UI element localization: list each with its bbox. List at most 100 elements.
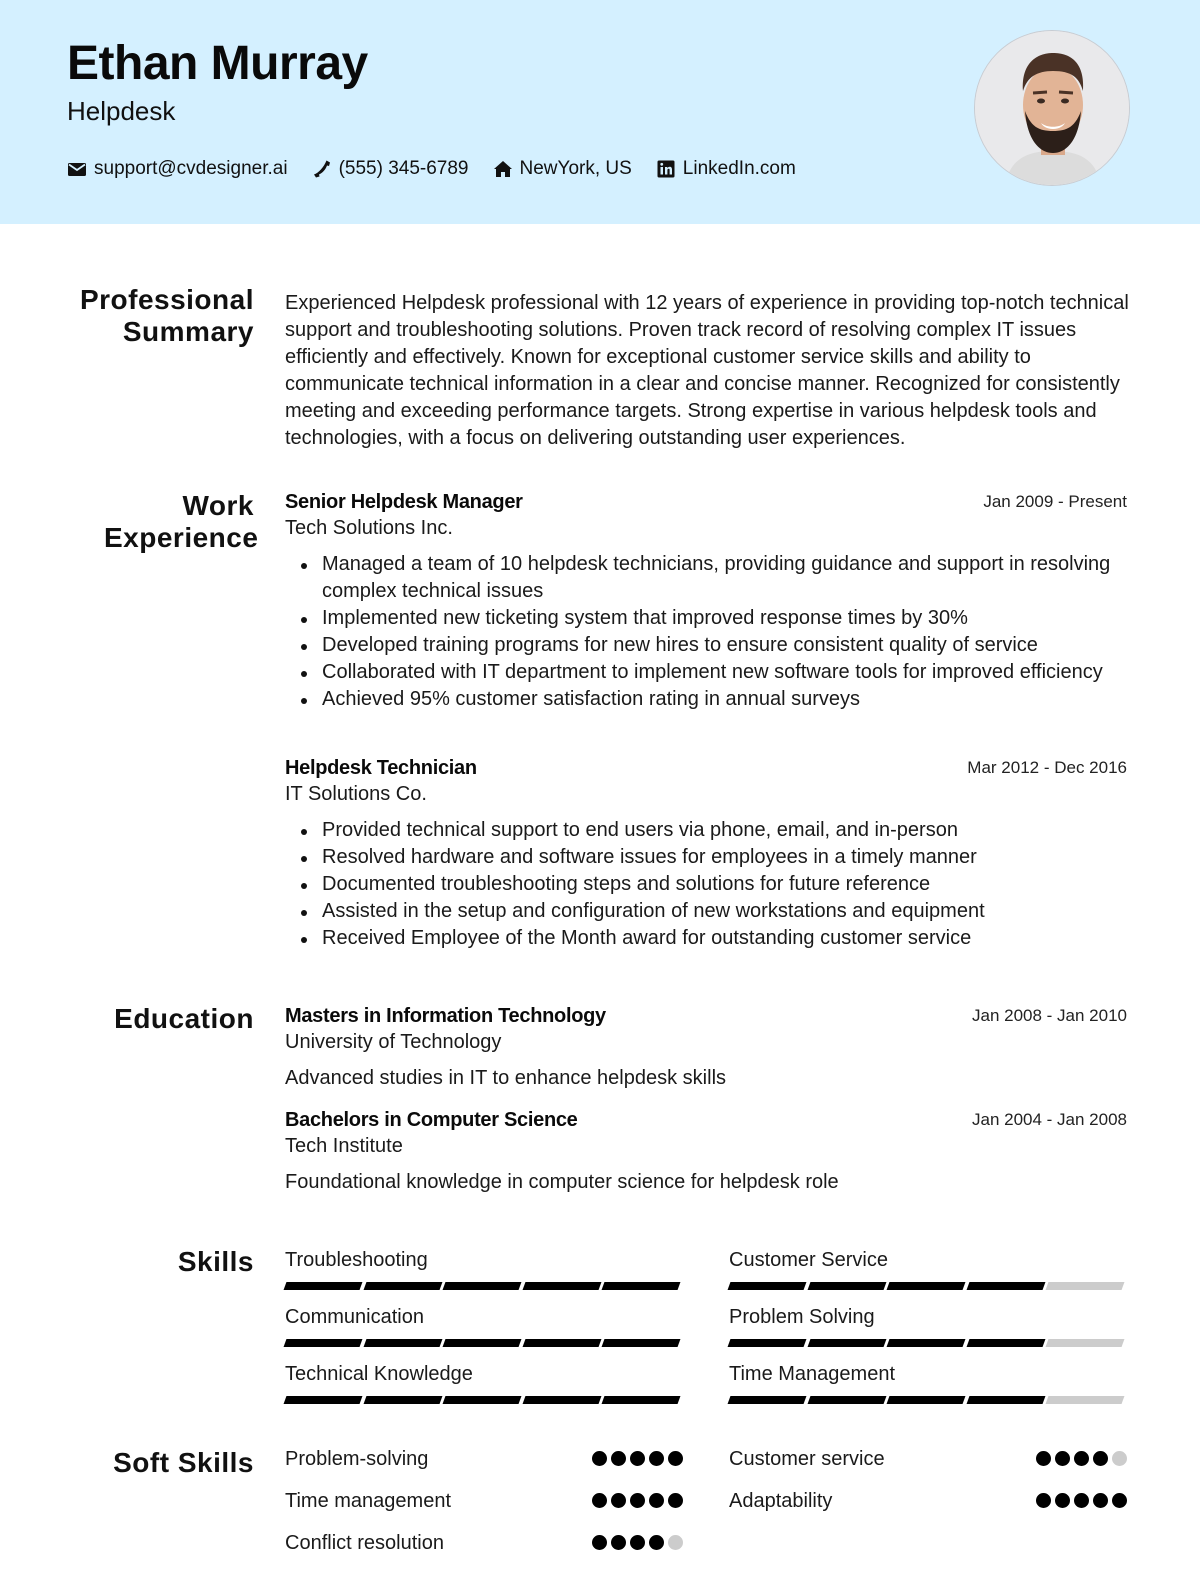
soft-skill-rating <box>588 1535 683 1550</box>
skill-level-bar <box>283 1396 683 1404</box>
rating-dot-filled <box>611 1451 626 1466</box>
skill-item: Customer Service <box>727 1247 1127 1290</box>
job-bullet: Achieved 95% customer satisfaction ratin… <box>301 686 1127 713</box>
skill-segment-filled <box>807 1282 886 1290</box>
section-title-education-text: Education <box>114 1003 254 1034</box>
contact-linkedin[interactable]: LinkedIn.com <box>656 158 796 180</box>
rating-dot-filled <box>1055 1451 1070 1466</box>
section-title-summary-text: Professional Summary <box>79 284 254 347</box>
job-company: Tech Solutions Inc. <box>285 517 453 539</box>
skill-level-bar <box>727 1396 1127 1404</box>
skill-segment-filled <box>363 1396 442 1404</box>
professional-summary-text: Experienced Helpdesk professional with 1… <box>285 292 1129 449</box>
rating-dot-filled <box>1036 1493 1051 1508</box>
skill-item: Problem Solving <box>727 1304 1127 1347</box>
section-title-experience-text: Work Experience <box>104 490 259 553</box>
contact-email-text: support@cvdesigner.ai <box>94 158 288 179</box>
envelope-icon <box>67 159 87 179</box>
education-date: Jan 2004 - Jan 2008 <box>971 1110 1127 1129</box>
job-bullet: Collaborated with IT department to imple… <box>301 659 1127 686</box>
skill-segment-filled <box>966 1339 1045 1347</box>
skill-item: Troubleshooting <box>283 1247 683 1290</box>
rating-dot-filled <box>1055 1493 1070 1508</box>
skill-level-bar <box>727 1282 1127 1290</box>
school-name: Tech Institute <box>285 1135 403 1157</box>
skill-item: Communication <box>283 1304 683 1347</box>
skill-segment-filled <box>442 1396 522 1404</box>
skill-segment-filled <box>522 1339 601 1347</box>
contact-email[interactable]: support@cvdesigner.ai <box>67 158 288 180</box>
skill-segment-filled <box>522 1396 601 1404</box>
candidate-name: Ethan Murray <box>67 37 368 90</box>
soft-skill-rating <box>1032 1451 1127 1466</box>
contact-phone[interactable]: (555) 345-6789 <box>312 158 469 180</box>
skill-segment-empty <box>1045 1282 1125 1290</box>
skill-label: Technical Knowledge <box>285 1363 473 1385</box>
skill-segment-filled <box>363 1282 442 1290</box>
job-bullet: Implemented new ticketing system that im… <box>301 605 1127 632</box>
rating-dot-filled <box>611 1493 626 1508</box>
skill-segment-empty <box>1045 1396 1125 1404</box>
skill-segment-filled <box>886 1282 966 1290</box>
rating-dot-empty <box>668 1535 683 1550</box>
contact-list: support@cvdesigner.ai (555) 345-6789 New… <box>67 158 820 180</box>
rating-dot-filled <box>1093 1451 1108 1466</box>
skill-level-bar <box>283 1282 683 1290</box>
skill-label: Troubleshooting <box>285 1249 428 1271</box>
rating-dot-filled <box>1036 1451 1051 1466</box>
soft-skill-rating <box>1032 1493 1127 1508</box>
education-date: Jan 2008 - Jan 2010 <box>971 1006 1127 1025</box>
soft-skill-item: Customer service <box>729 1444 1127 1474</box>
rating-dot-filled <box>649 1451 664 1466</box>
contact-phone-text: (555) 345-6789 <box>338 158 469 179</box>
skill-segment-filled <box>522 1282 601 1290</box>
soft-skill-rating <box>588 1451 683 1466</box>
education-description: Advanced studies in IT to enhance helpde… <box>285 1067 727 1089</box>
skill-segment-filled <box>966 1396 1045 1404</box>
skill-label: Customer Service <box>729 1249 888 1271</box>
rating-dot-filled <box>630 1493 645 1508</box>
section-title-education: Education <box>114 1003 254 1035</box>
skill-segment-filled <box>601 1339 681 1347</box>
section-title-summary: Professional Summary <box>74 284 254 348</box>
profile-photo <box>974 30 1130 186</box>
home-icon <box>493 159 513 179</box>
phone-icon <box>312 159 332 179</box>
job-bullet: Received Employee of the Month award for… <box>301 925 1127 952</box>
skill-segment-filled <box>601 1282 681 1290</box>
experience-entry: Helpdesk Technician Mar 2012 - Dec 2016 … <box>285 755 1127 952</box>
soft-skill-item: Adaptability <box>729 1486 1127 1516</box>
person-portrait-icon <box>975 31 1129 185</box>
contact-location-text: NewYork, US <box>519 158 632 179</box>
skill-label: Communication <box>285 1306 424 1328</box>
resume-header: Ethan Murray Helpdesk support@cvdesigner… <box>0 0 1200 224</box>
job-date: Mar 2012 - Dec 2016 <box>967 758 1127 777</box>
rating-dot-filled <box>649 1535 664 1550</box>
education-entry: Masters in Information Technology Jan 20… <box>285 1003 1127 1091</box>
skill-segment-filled <box>807 1339 886 1347</box>
skill-segment-filled <box>727 1396 807 1404</box>
skill-label: Problem Solving <box>729 1306 875 1328</box>
section-title-experience: Work Experience <box>104 490 259 554</box>
education-entry: Bachelors in Computer Science Jan 2004 -… <box>285 1107 1127 1195</box>
rating-dot-filled <box>668 1451 683 1466</box>
skill-segment-filled <box>886 1339 966 1347</box>
rating-dot-filled <box>1093 1493 1108 1508</box>
rating-dot-filled <box>630 1451 645 1466</box>
skill-segment-filled <box>727 1282 807 1290</box>
section-title-skills: Skills <box>178 1246 254 1278</box>
job-bullet: Managed a team of 10 helpdesk technician… <box>301 551 1127 605</box>
skill-segment-empty <box>1045 1339 1125 1347</box>
rating-dot-filled <box>649 1493 664 1508</box>
job-bullet-list: Provided technical support to end users … <box>285 817 1127 952</box>
experience-entry: Senior Helpdesk Manager Jan 2009 - Prese… <box>285 489 1127 713</box>
rating-dot-filled <box>1074 1451 1089 1466</box>
linkedin-icon <box>656 159 676 179</box>
rating-dot-empty <box>1112 1451 1127 1466</box>
rating-dot-filled <box>592 1493 607 1508</box>
skill-segment-filled <box>886 1396 966 1404</box>
skill-level-bar <box>727 1339 1127 1347</box>
job-date: Jan 2009 - Present <box>983 492 1127 511</box>
skill-item: Time Management <box>727 1361 1127 1404</box>
job-bullet: Resolved hardware and software issues fo… <box>301 844 1127 871</box>
